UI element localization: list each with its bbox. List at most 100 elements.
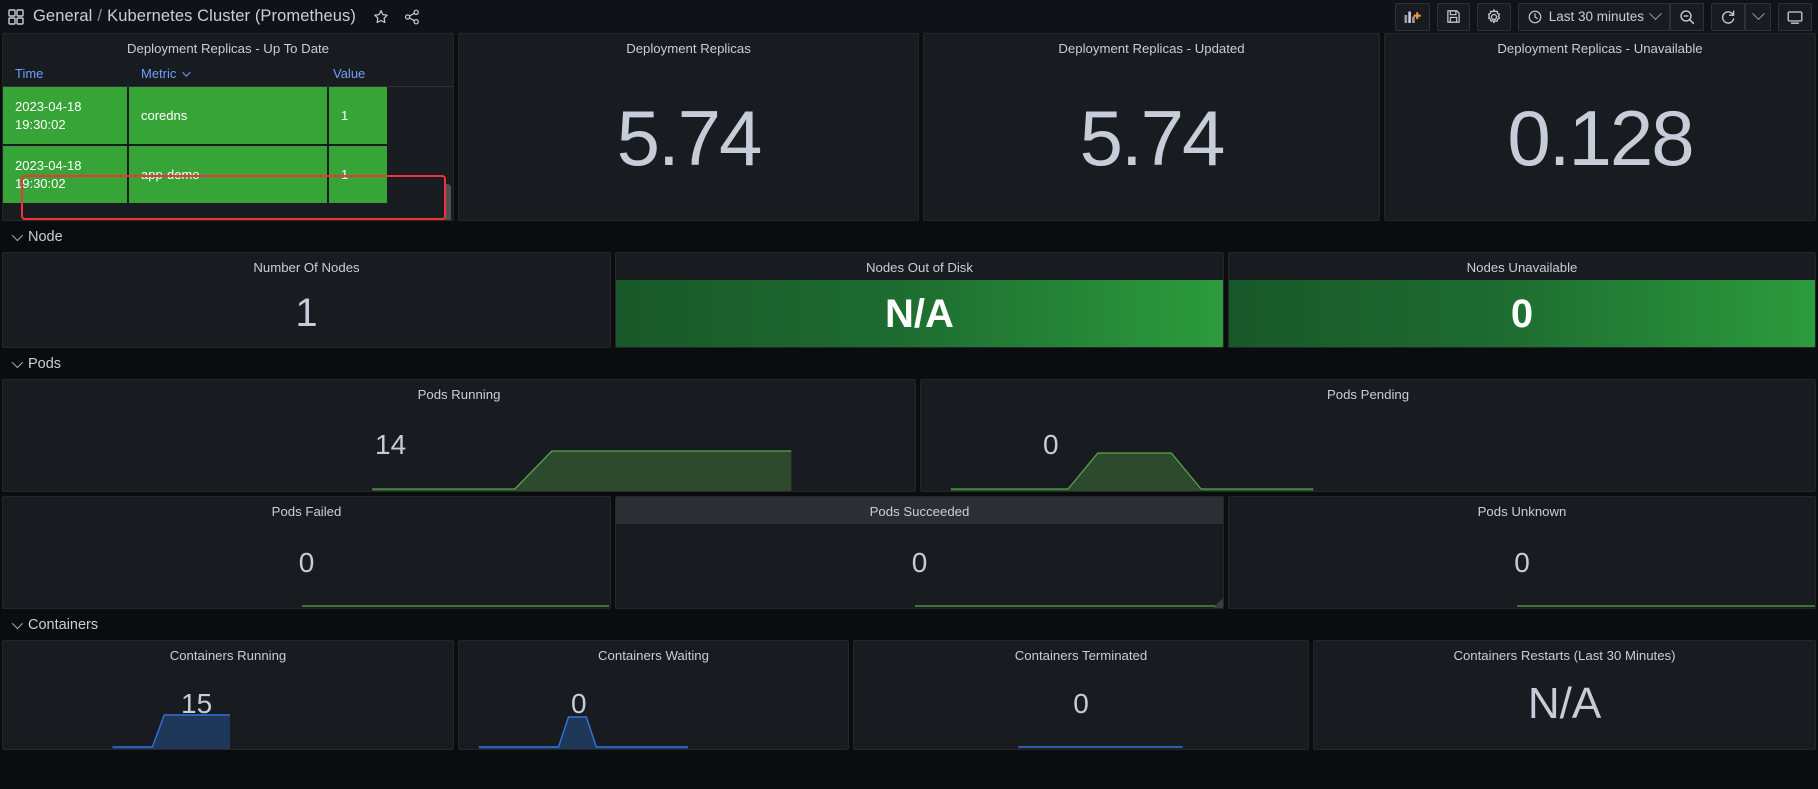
panel-title: Number Of Nodes (253, 260, 360, 275)
panel-title: Pods Failed (271, 504, 342, 519)
stat-value: 1 (295, 291, 318, 335)
row-containers: Containers Running 15 Containers Waiting… (0, 640, 1818, 750)
stat-value: 0 (298, 547, 315, 578)
panel-title: Pods Unknown (1477, 504, 1567, 519)
table-cell-time: 2023-04-18 19:30:02 (3, 87, 129, 146)
panel-nodes-out-of-disk: Nodes Out of Disk N/A (615, 252, 1224, 348)
zoom-out-time-button[interactable] (1670, 2, 1704, 31)
section-header-pods[interactable]: Pods (0, 348, 1818, 379)
row-node: Number Of Nodes 1 Nodes Out of Disk N/A … (0, 252, 1818, 348)
dashboard-body: Deployment Replicas - Up To Date Time Me… (0, 33, 1818, 789)
stat-value: N/A (1527, 679, 1602, 728)
section-label: Containers (28, 616, 99, 633)
table-cell-time-date: 2023-04-18 (15, 157, 82, 173)
table-header-metric-label: Metric (141, 66, 177, 81)
chevron-down-icon (11, 356, 24, 368)
chevron-down-icon (1649, 7, 1662, 21)
clock-icon (1528, 10, 1542, 24)
save-dashboard-button[interactable] (1436, 2, 1470, 31)
table-vertical-scrollbar[interactable] (444, 184, 451, 220)
panel-title: Nodes Unavailable (1466, 260, 1578, 275)
breadcrumb-folder[interactable]: General (33, 7, 92, 26)
stat-value: 0 (1514, 547, 1530, 578)
panel-containers-running: Containers Running 15 (2, 640, 454, 750)
row-pods-2: Pods Failed 0 Pods Succeeded 0 Pods Unkn… (0, 496, 1818, 609)
table-header-value[interactable]: Value (329, 61, 389, 86)
time-range-picker[interactable]: Last 30 minutes (1517, 2, 1670, 31)
stat-value: 0 (911, 547, 928, 578)
table-header-time-label: Time (15, 66, 44, 81)
stat-value: 5.74 (616, 94, 763, 182)
share-icon[interactable] (401, 6, 423, 28)
stat-value: 15 (181, 688, 213, 719)
row-deployment-replicas: Deployment Replicas - Up To Date Time Me… (0, 33, 1818, 221)
grid-icon[interactable] (8, 8, 24, 25)
breadcrumb: General / Kubernetes Cluster (Prometheus… (33, 7, 356, 26)
navbar-right: Last 30 minutes (1388, 2, 1814, 31)
grafana-dashboard: General / Kubernetes Cluster (Prometheus… (0, 0, 1818, 789)
panel-containers-restarts: Containers Restarts (Last 30 Minutes) N/… (1313, 640, 1816, 750)
table-cell-metric: app-demo (129, 146, 329, 205)
panel-pods-pending: Pods Pending 0 (920, 379, 1816, 492)
table-cell-time-clock: 19:30:02 (15, 116, 66, 132)
section-label: Pods (28, 355, 62, 372)
table-header-value-label: Value (333, 66, 366, 81)
table-header-metric[interactable]: Metric (129, 61, 329, 86)
section-label: Node (28, 228, 63, 245)
time-range-label: Last 30 minutes (1548, 9, 1644, 24)
panel-title: Containers Terminated (1014, 648, 1148, 663)
stat-value: 0 (1043, 428, 1059, 460)
panel-containers-waiting: Containers Waiting 0 (458, 640, 849, 750)
table-header-time[interactable]: Time (3, 61, 129, 86)
panel-title: Pods Pending (1326, 387, 1410, 402)
kiosk-mode-button[interactable] (1778, 2, 1812, 31)
table-cell-metric: coredns (129, 87, 329, 146)
panel-title[interactable]: Pods Succeeded (616, 497, 1223, 524)
panel-pods-unknown: Pods Unknown 0 (1228, 496, 1816, 609)
refresh-button[interactable] (1711, 2, 1745, 31)
panel-deployment-replicas-up-to-date: Deployment Replicas - Up To Date Time Me… (2, 33, 454, 221)
add-panel-button[interactable] (1394, 2, 1430, 31)
panel-title: Deployment Replicas - Unavailable (1497, 41, 1703, 56)
stat-value: 14 (375, 428, 407, 460)
table-header-row: Time Metric Value (3, 61, 453, 87)
section-header-containers[interactable]: Containers (0, 609, 1818, 640)
panel-title: Deployment Replicas (626, 41, 751, 56)
panel-containers-terminated: Containers Terminated 0 (853, 640, 1309, 750)
dashboard-settings-button[interactable] (1476, 2, 1511, 31)
section-header-node[interactable]: Node (0, 221, 1818, 252)
panel-title: Containers Running (169, 648, 287, 663)
panel-title: Pods Running (417, 387, 501, 402)
table-cell-time-date: 2023-04-18 (15, 98, 82, 114)
top-navbar: General / Kubernetes Cluster (Prometheus… (0, 0, 1818, 33)
star-icon[interactable] (370, 6, 392, 28)
refresh-interval-dropdown[interactable] (1745, 2, 1771, 31)
stat-value: 0 (571, 688, 587, 719)
table-cell-value: 1 (329, 87, 389, 146)
table-cell-time: 2023-04-18 19:30:02 (3, 146, 129, 205)
stat-value: 0 (1073, 688, 1089, 719)
stat-value: 0.128 (1507, 94, 1694, 182)
panel-title: Containers Waiting (598, 648, 709, 663)
chevron-down-icon (1751, 7, 1765, 21)
panel-nodes-unavailable: Nodes Unavailable 0 (1228, 252, 1816, 348)
panel-pods-running: Pods Running 14 (2, 379, 916, 492)
chevron-down-icon (182, 67, 192, 77)
panel-deployment-replicas-updated: Deployment Replicas - Updated 5.74 (923, 33, 1380, 221)
table-row[interactable]: 2023-04-18 19:30:02 coredns 1 (3, 87, 453, 146)
breadcrumb-dashboard-title[interactable]: Kubernetes Cluster (Prometheus) (107, 7, 356, 26)
panel-number-of-nodes: Number Of Nodes 1 (2, 252, 611, 348)
panel-pods-succeeded: Pods Succeeded 0 (615, 496, 1224, 609)
row-pods-1: Pods Running 14 Pods Pending 0 (0, 379, 1818, 492)
table-cell-time-clock: 19:30:02 (15, 175, 66, 191)
chevron-down-icon (11, 617, 24, 629)
panel-pods-failed: Pods Failed 0 (2, 496, 611, 609)
panel-title: Containers Restarts (Last 30 Minutes) (1453, 648, 1676, 663)
table-row[interactable]: 2023-04-18 19:30:02 app-demo 1 (3, 146, 453, 205)
panel-title: Deployment Replicas - Updated (1058, 41, 1245, 56)
table-cell-value: 1 (329, 146, 389, 205)
panel-deployment-replicas-unavailable: Deployment Replicas - Unavailable 0.128 (1384, 33, 1816, 221)
stat-value: N/A (885, 291, 954, 336)
panel-deployment-replicas: Deployment Replicas 5.74 (458, 33, 919, 221)
breadcrumb-separator: / (97, 7, 103, 25)
